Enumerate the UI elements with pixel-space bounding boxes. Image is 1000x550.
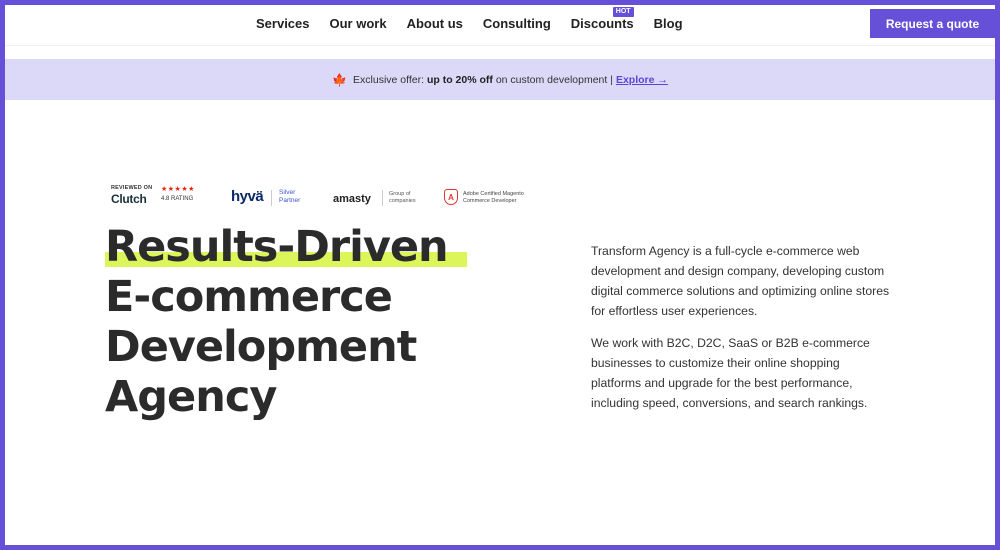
hyva-sub1: Silver <box>279 189 296 196</box>
nav-about-us[interactable]: About us <box>407 16 463 31</box>
main-nav: Services Our work About us Consulting Di… <box>256 7 703 31</box>
rating-stars-icon: ★★★★★ <box>161 186 195 193</box>
divider <box>271 190 272 206</box>
site-header: Services Our work About us Consulting Di… <box>5 5 995 46</box>
description-paragraph-1: Transform Agency is a full-cycle e-comme… <box>591 244 890 318</box>
nav-services[interactable]: Services <box>256 16 310 31</box>
banner-discount: up to 20% off <box>426 73 493 86</box>
clutch-badge[interactable]: REVIEWED ON Clutch <box>111 185 152 206</box>
request-quote-button[interactable]: Request a quote <box>870 9 995 38</box>
hyva-partner-label: Silver Partner <box>279 189 300 204</box>
page-frame: Services Our work About us Consulting Di… <box>5 5 995 545</box>
headline-line-2: E-commerce <box>105 272 393 322</box>
description-paragraph-2: We work with B2C, D2C, SaaS or B2B e-com… <box>591 336 870 410</box>
nav-our-work[interactable]: Our work <box>330 16 387 31</box>
hot-badge: HOT <box>612 7 634 17</box>
clutch-reviewed-label: REVIEWED ON <box>111 185 153 191</box>
headline-text-1: Results-Driven <box>105 222 449 272</box>
nav-discounts[interactable]: Discounts HOT <box>570 7 634 31</box>
adobe-certified-icon: A <box>444 189 458 205</box>
amasty-logo: amasty <box>333 193 371 205</box>
nav-discounts-label: Discounts <box>570 16 634 31</box>
clutch-logo: Clutch <box>111 192 147 206</box>
banner-prefix: Exclusive offer: <box>353 73 425 86</box>
clutch-rating: ★★★★★ 4.8 RATING <box>161 185 195 202</box>
headline-line-4: Agency <box>105 372 277 422</box>
divider <box>382 190 383 206</box>
nav-consulting[interactable]: Consulting <box>483 16 551 31</box>
banner-suffix: on custom development | <box>495 73 613 86</box>
headline-line-1: Results-Driven <box>105 222 525 272</box>
offer-banner: 🍁 Exclusive offer: up to 20% off on cust… <box>5 59 995 100</box>
clutch-rating-text: 4.8 RATING <box>161 196 194 202</box>
maple-leaf-icon: 🍁 <box>332 72 348 87</box>
amasty-group-label: Group of companies <box>389 191 416 204</box>
partner-badges: REVIEWED ON Clutch ★★★★★ 4.8 RATING hyvä… <box>111 185 551 211</box>
amasty-sub2: companies <box>389 197 416 204</box>
adobe-sub2: Commerce Developer <box>463 197 517 204</box>
nav-blog[interactable]: Blog <box>654 16 683 31</box>
hero-description: Transform Agency is a full-cycle e-comme… <box>591 241 891 425</box>
hero-headline: Results-Driven E-commerce Development Ag… <box>105 222 525 422</box>
adobe-certified-label: Adobe Certified Magento Commerce Develop… <box>463 191 524 204</box>
headline-line-3: Development <box>105 322 417 372</box>
hyva-sub2: Partner <box>279 196 301 204</box>
hyva-logo: hyvä <box>231 188 264 205</box>
adobe-sub1: Adobe Certified Magento <box>463 191 524 197</box>
explore-link[interactable]: Explore → <box>616 74 668 86</box>
adobe-badge: A <box>444 189 458 205</box>
